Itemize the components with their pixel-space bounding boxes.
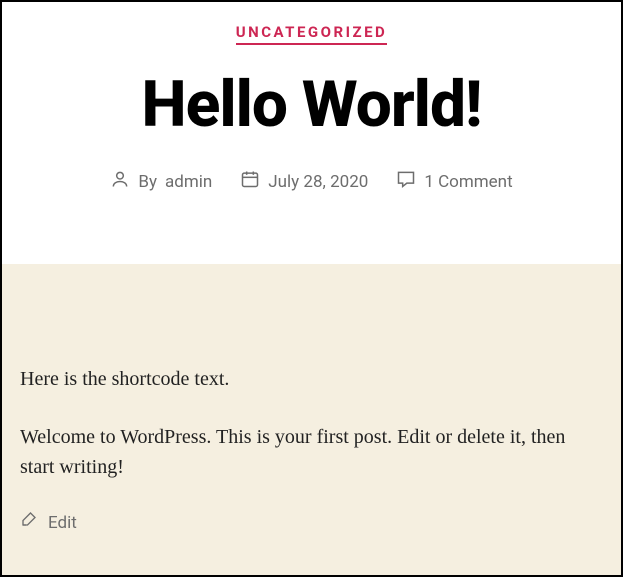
post-header: UNCATEGORIZED Hello World! By admin July…	[2, 2, 621, 264]
comment-icon	[396, 169, 416, 194]
post-date: July 28, 2020	[268, 172, 368, 192]
category-link[interactable]: UNCATEGORIZED	[236, 23, 388, 45]
edit-icon	[20, 510, 38, 537]
by-label: By	[138, 172, 157, 192]
date-meta: July 28, 2020	[240, 169, 368, 194]
edit-label: Edit	[48, 511, 77, 537]
comments-link[interactable]: 1 Comment	[424, 172, 512, 192]
post-title: Hello World!	[22, 73, 601, 137]
author-link[interactable]: admin	[165, 172, 212, 192]
author-meta: By admin	[110, 169, 212, 194]
shortcode-text: Here is the shortcode text.	[20, 364, 603, 394]
post-content: Here is the shortcode text. Welcome to W…	[2, 264, 621, 575]
post-meta: By admin July 28, 2020 1 Comment	[22, 169, 601, 194]
body-text: Welcome to WordPress. This is your first…	[20, 422, 603, 482]
comments-meta: 1 Comment	[396, 169, 512, 194]
calendar-icon	[240, 169, 260, 194]
user-icon	[110, 169, 130, 194]
edit-link[interactable]: Edit	[20, 510, 603, 537]
